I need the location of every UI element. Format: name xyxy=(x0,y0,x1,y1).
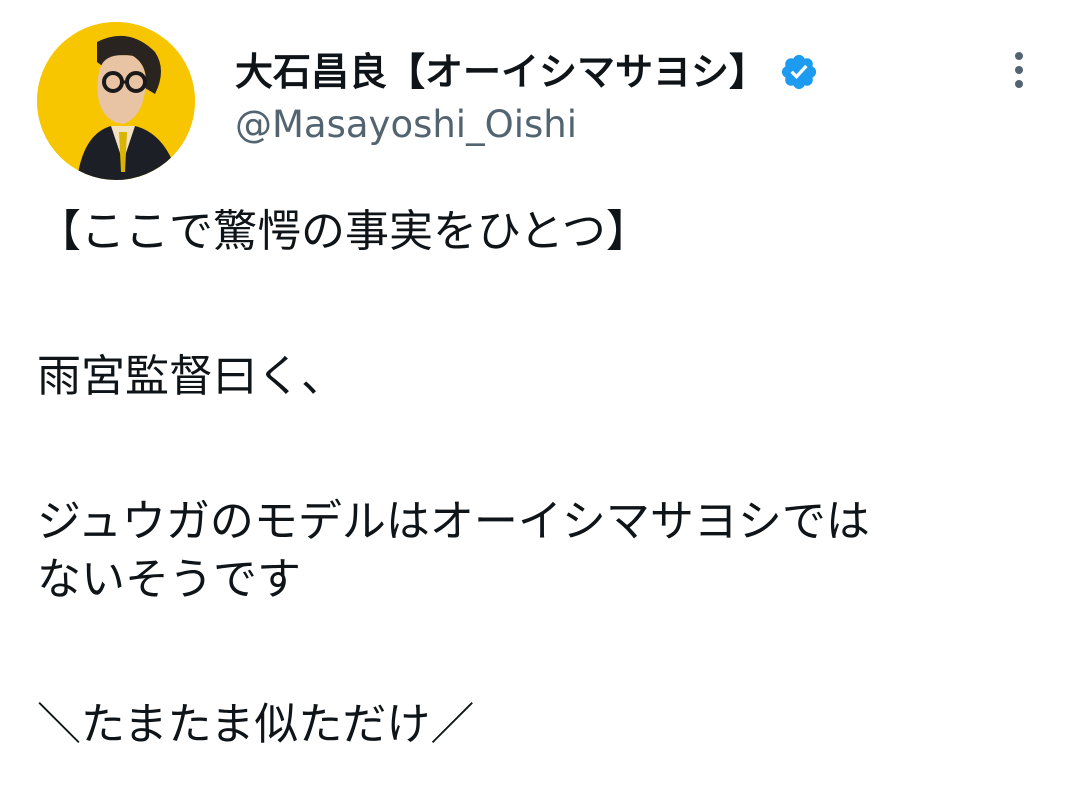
tweet-line-3: ジュウガのモデルはオーイシマサヨシでは xyxy=(37,496,870,547)
user-handle[interactable]: @Masayoshi_Oishi xyxy=(235,100,819,150)
more-vertical-icon[interactable] xyxy=(1004,48,1034,92)
tweet: 大石昌良【オーイシマサヨシ】 @Masayoshi_Oishi 【ここで驚愕の事… xyxy=(0,0,1075,807)
avatar[interactable] xyxy=(37,22,195,180)
tweet-text: 【ここで驚愕の事実をひとつ】 雨宮監督曰く、 ジュウガのモデルはオーイシマサヨシ… xyxy=(37,203,1047,754)
tweet-line-5: ＼たまたま似ただけ／ xyxy=(37,699,475,750)
display-name[interactable]: 大石昌良【オーイシマサヨシ】 xyxy=(235,44,767,100)
tweet-line-4: ないそうです xyxy=(37,554,301,605)
tweet-line-1: 【ここで驚愕の事実をひとつ】 xyxy=(37,206,650,257)
name-row: 大石昌良【オーイシマサヨシ】 xyxy=(235,44,819,100)
author-info: 大石昌良【オーイシマサヨシ】 @Masayoshi_Oishi xyxy=(235,44,819,146)
tweet-line-2: 雨宮監督曰く、 xyxy=(37,351,345,402)
verified-badge-icon xyxy=(779,52,819,92)
avatar-image xyxy=(37,22,195,180)
